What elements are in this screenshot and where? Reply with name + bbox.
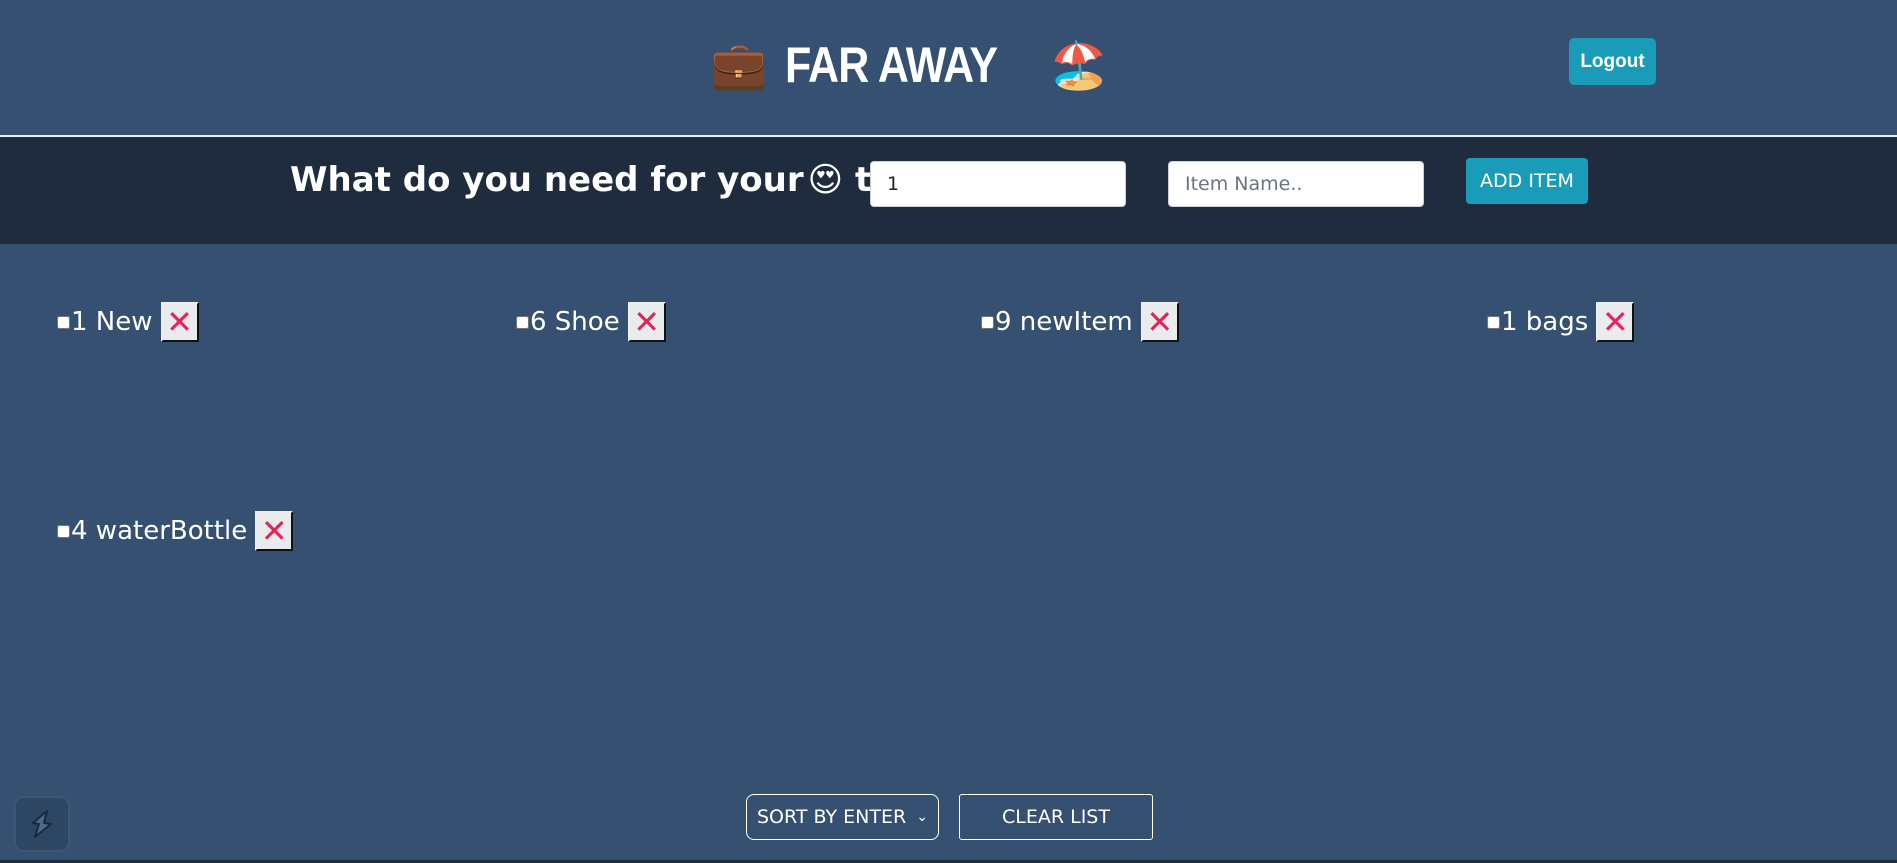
delete-item-button[interactable]: ✕ (160, 302, 199, 342)
item-label: 9 newItem (995, 307, 1133, 337)
list-item: 1 New ✕ (57, 301, 199, 343)
item-label: 1 New (71, 307, 153, 337)
sort-select[interactable]: SORT BY ENTER D ⌄ (746, 794, 939, 840)
list-item: 9 newItem ✕ (981, 301, 1179, 343)
item-label: 6 Shoe (530, 307, 620, 337)
close-icon: ✕ (1601, 303, 1629, 341)
clear-list-button[interactable]: CLEAR LIST (959, 794, 1153, 840)
item-checkbox[interactable] (981, 315, 994, 329)
item-label: 4 waterBottle (71, 516, 248, 546)
item-checkbox[interactable] (57, 315, 70, 329)
chevron-down-icon: ⌄ (916, 809, 928, 825)
app-logo: 💼 FAR AWAY 🏖️ (710, 35, 1107, 95)
quantity-input[interactable] (870, 161, 1126, 207)
close-icon: ✕ (166, 303, 193, 341)
question-prefix: What do you need for your (290, 160, 804, 200)
item-checkbox[interactable] (516, 315, 529, 329)
close-icon: ✕ (260, 512, 288, 550)
delete-item-button[interactable]: ✕ (627, 302, 666, 342)
logout-button[interactable]: Logout (1569, 38, 1656, 85)
delete-item-button[interactable]: ✕ (255, 511, 294, 551)
app-widget-button[interactable] (14, 796, 70, 852)
s-logo-icon (32, 810, 52, 838)
item-label: 1 bags (1501, 307, 1589, 337)
app-header: 💼 FAR AWAY 🏖️ Logout (0, 0, 1897, 137)
add-item-button[interactable]: ADD ITEM (1466, 158, 1588, 204)
list-item: 6 Shoe ✕ (516, 301, 666, 343)
app-title: FAR AWAY (785, 37, 998, 93)
list-item: 4 waterBottle ✕ (57, 510, 294, 552)
beach-umbrella-icon: 🏖️ (1049, 38, 1108, 92)
item-name-input[interactable] (1168, 161, 1424, 207)
list-item: 1 bags ✕ (1487, 301, 1635, 343)
heart-eyes-icon: 😍 (807, 160, 844, 200)
item-checkbox[interactable] (57, 524, 70, 538)
add-item-form: What do you need for your 😍 trip? ADD IT… (0, 137, 1897, 244)
close-icon: ✕ (1146, 303, 1174, 341)
form-question: What do you need for your 😍 trip? (290, 159, 944, 201)
delete-item-button[interactable]: ✕ (1596, 302, 1635, 342)
delete-item-button[interactable]: ✕ (1140, 302, 1179, 342)
sort-select-value: SORT BY ENTER D (757, 806, 911, 828)
item-checkbox[interactable] (1487, 315, 1500, 329)
close-icon: ✕ (633, 303, 661, 341)
briefcase-icon: 💼 (710, 38, 768, 92)
